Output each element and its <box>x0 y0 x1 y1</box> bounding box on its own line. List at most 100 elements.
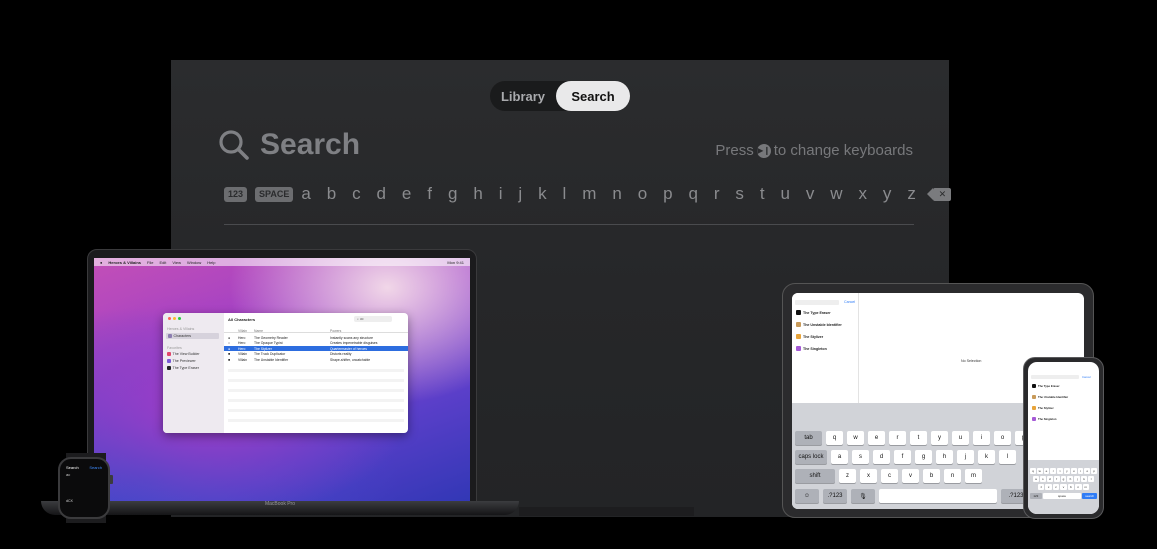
watch-keyboard[interactable]: dCX <box>66 499 73 503</box>
key[interactable]: b <box>1067 484 1075 490</box>
key-space[interactable]: SPACE <box>255 186 294 202</box>
key-space[interactable]: space <box>1042 493 1082 499</box>
key[interactable]: a <box>1033 476 1039 482</box>
digital-crown[interactable] <box>109 475 113 484</box>
cancel-button[interactable]: Cancel <box>844 300 855 304</box>
key[interactable]: b <box>923 469 940 483</box>
menu-help[interactable]: Help <box>207 260 215 265</box>
key[interactable]: h <box>1067 476 1074 482</box>
search-input[interactable]: ⌕ ac <box>354 316 392 322</box>
key[interactable]: f <box>1053 476 1060 482</box>
menu-window[interactable]: Window <box>187 260 201 265</box>
delete-icon[interactable]: ✕ <box>927 187 952 201</box>
key[interactable]: v <box>1060 484 1067 490</box>
list-item[interactable]: The Unstable Identifier <box>796 322 842 327</box>
key[interactable]: x <box>1045 484 1052 490</box>
key-numbers[interactable]: .?123 <box>823 489 847 503</box>
table-row[interactable]: ■ Villain The Truck Duplicator Distorts … <box>224 352 408 357</box>
sidebar-item-favorite[interactable]: The View Builder <box>167 352 200 356</box>
table-row[interactable]: ○ Hero The Opaque Typist Creates impenet… <box>224 341 408 346</box>
key[interactable]: l <box>999 450 1016 464</box>
menubar-clock[interactable]: Mon 9:41 <box>447 260 464 265</box>
menu-view[interactable]: View <box>172 260 181 265</box>
key[interactable]: r <box>1050 468 1057 474</box>
key-123[interactable]: 123 <box>1030 493 1042 499</box>
key[interactable]: m <box>1082 484 1089 490</box>
key[interactable]: a <box>831 450 848 464</box>
key[interactable]: g <box>1060 476 1067 482</box>
zoom-button[interactable] <box>178 317 181 320</box>
key[interactable]: t <box>910 431 927 445</box>
key[interactable]: i <box>1077 468 1084 474</box>
table-row-selected[interactable]: ● Hero The Stylizer Quartermaster of her… <box>224 346 408 352</box>
key[interactable]: r <box>889 431 906 445</box>
key-shift[interactable]: shift <box>795 469 835 483</box>
key-123[interactable]: 123 <box>224 186 248 202</box>
emoji-key[interactable]: ☺ <box>795 489 819 503</box>
table-row[interactable]: ● Hero The Geometry Reader Instantly sca… <box>224 335 408 340</box>
menu-edit[interactable]: Edit <box>159 260 166 265</box>
apple-icon[interactable]: ● <box>100 260 102 265</box>
key[interactable]: u <box>1070 468 1077 474</box>
key[interactable]: s <box>852 450 869 464</box>
key[interactable]: y <box>1063 468 1070 474</box>
key[interactable]: z <box>839 469 856 483</box>
key[interactable]: x <box>860 469 877 483</box>
key[interactable]: k <box>1081 476 1088 482</box>
cancel-button[interactable]: Cancel <box>1082 375 1091 379</box>
key[interactable]: q <box>826 431 843 445</box>
key[interactable]: j <box>1074 476 1081 482</box>
key[interactable]: v <box>902 469 919 483</box>
key[interactable]: e <box>1043 468 1050 474</box>
tab-search[interactable]: Search <box>556 81 630 111</box>
list-item[interactable]: The Stylizer <box>796 334 823 339</box>
key[interactable]: o <box>1084 468 1091 474</box>
list-item[interactable]: The Singleton <box>796 346 827 351</box>
search-input[interactable] <box>795 300 839 305</box>
list-item[interactable]: The Type Eraser <box>796 310 831 315</box>
key-caps-lock[interactable]: caps lock <box>795 450 827 464</box>
tab-library[interactable]: Library <box>490 89 556 104</box>
table-row[interactable]: ■ Villain The Unstable Identifier Shape-… <box>224 357 408 362</box>
close-button[interactable] <box>168 317 171 320</box>
column-header[interactable]: Name <box>254 329 263 333</box>
key[interactable]: n <box>1075 484 1082 490</box>
search-input[interactable] <box>1031 375 1079 379</box>
keyboard-letters[interactable]: a b c d e f g h i j k l m n o p q r s t … <box>301 184 921 204</box>
microphone-icon[interactable]: 🎙 <box>851 489 875 503</box>
watch-search-button[interactable]: Search <box>89 465 102 470</box>
key[interactable]: t <box>1057 468 1063 474</box>
column-header[interactable]: Powers <box>330 329 341 333</box>
key-space[interactable] <box>879 489 997 503</box>
key-tab[interactable]: tab <box>795 431 822 445</box>
key[interactable]: w <box>847 431 864 445</box>
key[interactable]: d <box>873 450 890 464</box>
key[interactable]: c <box>1052 484 1060 490</box>
key[interactable]: f <box>894 450 911 464</box>
sidebar-item-characters[interactable]: Characters <box>166 333 219 339</box>
app-menu[interactable]: Heroes & Villains <box>108 260 141 265</box>
key[interactable]: m <box>965 469 982 483</box>
key[interactable]: h <box>936 450 953 464</box>
minimize-button[interactable] <box>173 317 176 320</box>
list-item[interactable]: The Unstable Identifier <box>1032 395 1068 399</box>
key[interactable]: s <box>1039 476 1046 482</box>
key[interactable]: l <box>1088 476 1095 482</box>
sidebar-item-favorite[interactable]: The Previewer <box>167 359 196 363</box>
list-item[interactable]: The Type Eraser <box>1032 384 1060 388</box>
key[interactable]: y <box>931 431 948 445</box>
list-item[interactable]: The Singleton <box>1032 417 1057 421</box>
key[interactable]: e <box>868 431 885 445</box>
list-item[interactable]: The Stylizer <box>1032 406 1054 410</box>
key[interactable]: q <box>1030 468 1036 474</box>
key[interactable]: u <box>952 431 969 445</box>
key[interactable]: i <box>973 431 990 445</box>
key[interactable]: o <box>994 431 1011 445</box>
key[interactable]: g <box>915 450 932 464</box>
column-header[interactable]: Villain <box>238 329 247 333</box>
key[interactable]: d <box>1046 476 1053 482</box>
key[interactable]: p <box>1091 468 1097 474</box>
key[interactable]: z <box>1038 484 1045 490</box>
key[interactable]: k <box>978 450 995 464</box>
key[interactable]: c <box>881 469 898 483</box>
